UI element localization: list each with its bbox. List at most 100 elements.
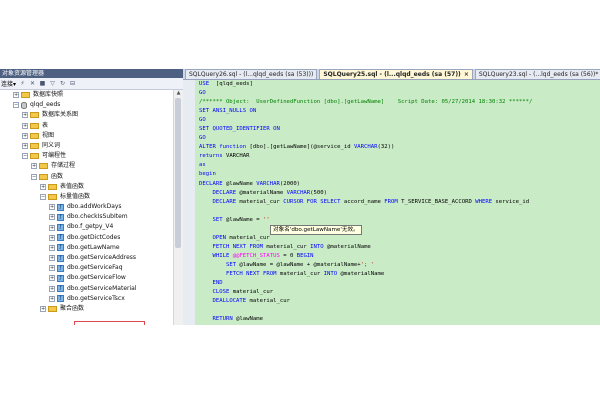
expand-node-icon[interactable]: + — [31, 163, 37, 170]
code-token: accord_name — [340, 198, 385, 205]
tree-node[interactable]: + 数据库关系图 — [0, 110, 172, 120]
code-token: @materialName — [337, 270, 385, 277]
tree-node[interactable]: + 视图 — [0, 131, 172, 141]
editor-tab[interactable]: SQLQuery25.sql - (l...qlqd_eeds (sa (57)… — [319, 69, 473, 79]
scroll-up-icon[interactable]: ▲ — [174, 90, 183, 97]
folder-icon — [21, 92, 30, 99]
code-token: = 0 — [279, 252, 297, 259]
expand-node-icon[interactable]: + — [49, 265, 55, 272]
expand-node-icon[interactable]: + — [49, 285, 55, 292]
expand-node-icon[interactable]: + — [49, 255, 55, 262]
disconnect-icon[interactable]: ✕ — [29, 80, 36, 87]
code-line: END — [195, 279, 600, 288]
tree-node[interactable]: + 数据库快照 — [0, 90, 172, 100]
code-token: GO — [199, 90, 206, 97]
tree-node[interactable]: + ƒ dbo.getDictCodes — [0, 233, 172, 243]
tree-node[interactable]: + 聚合函数 — [0, 304, 172, 314]
tree-node[interactable]: + ƒ dbo.getLawName — [0, 243, 172, 253]
expand-node-icon[interactable]: + — [49, 244, 55, 251]
expand-node-icon[interactable]: + — [49, 295, 55, 302]
tree-node-label: 数据库关系图 — [42, 111, 79, 119]
collapse-icon[interactable]: ⊟ — [69, 80, 76, 87]
close-tab-icon[interactable]: × — [464, 71, 469, 78]
code-line: FETCH NEXT FROM material_cur INTO @mater… — [195, 243, 600, 252]
code-token: material_cur — [246, 298, 290, 305]
code-token: service_id — [492, 198, 530, 205]
expand-node-icon[interactable]: + — [22, 112, 28, 119]
folder-icon — [30, 122, 39, 129]
collapse-node-icon[interactable]: − — [31, 173, 37, 180]
collapse-node-icon[interactable]: − — [13, 102, 19, 109]
refresh-icon[interactable]: ↻ — [59, 80, 66, 87]
code-line: begin — [195, 170, 600, 179]
code-line: as — [195, 161, 600, 170]
tree-node[interactable]: − 可编程性 — [0, 151, 172, 161]
editor-tab[interactable]: SQLQuery23.sql - (...lqd_eeds (sa (56))* — [474, 69, 600, 79]
object-explorer-title: 对象资源管理器 — [0, 69, 183, 78]
code-token: BEGIN — [296, 252, 314, 259]
tree-node[interactable]: + 存储过程 — [0, 161, 172, 171]
code-token: VARCHAR — [353, 144, 378, 151]
tree-node[interactable]: + ƒ dbo.getServiceMaterial — [0, 284, 172, 294]
code-line: DECLARE @materialName VARCHAR(500) — [195, 189, 600, 198]
tree-node-label: dbo.getServiceFaq — [67, 264, 123, 272]
tree-node[interactable]: + 同义词 — [0, 141, 172, 151]
tree-node-label: 聚合函数 — [60, 304, 85, 312]
object-explorer-scrollbar[interactable]: ▲ — [173, 90, 183, 325]
scroll-thumb[interactable] — [175, 98, 181, 248]
expand-node-icon[interactable]: + — [22, 122, 28, 129]
tree-node[interactable]: + ƒ dbo.getServiceFaq — [0, 263, 172, 273]
expand-node-icon[interactable]: + — [22, 143, 28, 150]
tree-node-label: 表值函数 — [60, 182, 85, 190]
code-line: USE [qlqd_eeds] — [195, 80, 600, 89]
expand-node-icon[interactable]: + — [40, 183, 46, 190]
collapse-node-icon[interactable]: − — [22, 153, 28, 160]
code-token: @@FETCH_STATUS — [232, 252, 280, 259]
code-line: DECLARE material_cur CURSOR FOR SELECT a… — [195, 198, 600, 207]
tree-node[interactable]: + ƒ dbo.getServiceTscx — [0, 294, 172, 304]
tree-node[interactable]: + ƒ dbo.f_getpy_V4 — [0, 222, 172, 232]
tree-node[interactable]: + 表值函数 — [0, 182, 172, 192]
collapse-node-icon[interactable]: − — [40, 193, 46, 200]
tree-node[interactable]: + ƒ dbo.addWorkDays — [0, 202, 172, 212]
expand-node-icon[interactable]: + — [40, 306, 46, 313]
tree-node-label: 数据库快照 — [33, 91, 64, 98]
connect-dropdown[interactable]: 连接▾ — [1, 79, 16, 88]
code-token: USE — [199, 81, 210, 87]
editor-tab[interactable]: SQLQuery26.sql - (l...qlqd_eeds (sa (53)… — [185, 69, 318, 79]
tree-node-label: 标量值函数 — [60, 192, 91, 200]
tree-node[interactable]: − 标量值函数 — [0, 192, 172, 202]
tree-node-label: 视图 — [42, 131, 55, 139]
expand-node-icon[interactable]: + — [49, 234, 55, 241]
expand-node-icon[interactable]: + — [13, 92, 19, 99]
tree-node[interactable]: + ƒ dbo.getServiceAddress — [0, 253, 172, 263]
sql-code-area[interactable]: USE [qlqd_eeds] GO/****** Object: UserDef… — [195, 80, 600, 325]
tree-node-label: dbo.getDictCodes — [67, 233, 121, 241]
connect-icon[interactable]: ⚡ — [19, 80, 26, 87]
expand-node-icon[interactable]: + — [49, 275, 55, 282]
stop-icon[interactable]: ■ — [39, 80, 46, 87]
code-token: (2000) — [279, 180, 301, 187]
expand-node-icon[interactable]: + — [22, 132, 28, 139]
code-token: RETURN — [212, 316, 233, 323]
code-token: WHILE — [212, 252, 230, 259]
code-token: WHERE — [475, 198, 493, 205]
code-line: ALTER function [dbo].[getLawName](@servi… — [195, 143, 600, 152]
expand-node-icon[interactable]: + — [49, 214, 55, 221]
expand-node-icon[interactable]: + — [49, 204, 55, 211]
tree-node[interactable]: − qlqd_eeds — [0, 100, 172, 110]
code-line: GO — [195, 89, 600, 98]
editor-tab-strip: SQLQuery26.sql - (l...qlqd_eeds (sa (53)… — [183, 69, 600, 80]
tree-node[interactable]: + ƒ dbo.checkIsSubItem — [0, 212, 172, 222]
tree-node[interactable]: + ƒ dbo.getServiceFlow — [0, 273, 172, 283]
code-token: SET ANSI_NULLS ON — [199, 108, 257, 115]
tree-node[interactable]: + 表 — [0, 121, 172, 131]
object-explorer-tree: + 数据库快照 − qlqd_eeds + 数据库关系图 + 表 + 视图 + 同义词 − 可编程性 + 存储… — [0, 90, 172, 314]
code-token: VARCHAR — [256, 180, 280, 187]
expand-node-icon[interactable]: + — [49, 224, 55, 231]
tree-node[interactable]: − 函数 — [0, 172, 172, 182]
code-line: RETURN @lawName — [195, 315, 600, 324]
filter-icon[interactable]: ▽ — [49, 80, 56, 87]
